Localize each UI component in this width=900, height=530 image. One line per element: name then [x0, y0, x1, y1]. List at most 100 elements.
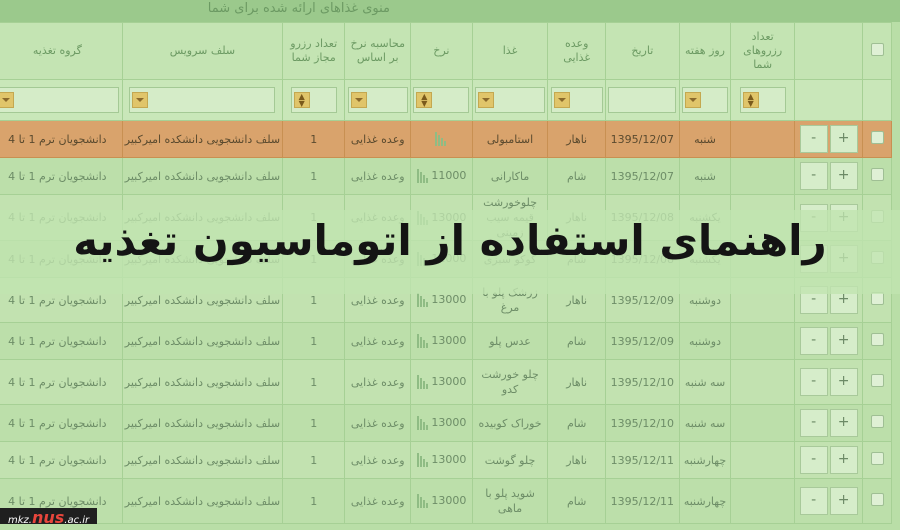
row-food: چلو گوشت [471, 441, 549, 479]
row-select[interactable] [862, 359, 892, 405]
header-price: نرخ [410, 22, 473, 80]
row-select[interactable] [862, 404, 892, 442]
row-weekday: سه شنبه [678, 404, 732, 442]
increase-reservation-button[interactable]: + [829, 125, 858, 153]
row-weekday: شنبه [678, 120, 732, 158]
spin-arrows-icon[interactable]: ▲ ▼ [742, 92, 759, 108]
chevron-down-icon[interactable] [478, 92, 495, 108]
filter-food[interactable] [471, 79, 549, 121]
filter-weekday[interactable] [678, 79, 732, 121]
signal-bars-icon [416, 494, 429, 508]
decrease-reservation-button[interactable]: - [799, 409, 828, 437]
row-price-basis: وعده غذایی [344, 157, 412, 195]
row-meal: ناهار [547, 359, 607, 405]
row-food-group: دانشجویان ترم 1 تا 4 [0, 322, 123, 360]
filter-row: ▲ ▼ ▲ ▼ ▲ ▼ [0, 79, 892, 121]
row-allowed-count: 1 [282, 441, 346, 479]
row-checkbox[interactable] [870, 415, 884, 428]
spin-arrows-icon[interactable]: ▲ ▼ [416, 92, 433, 108]
table-row[interactable]: +- سه شنبه 1395/12/10 ناهار چلو خورشت کدو 130… [0, 359, 892, 405]
row-meal: ناهار [547, 120, 607, 158]
row-actions: +- [793, 322, 864, 360]
table-row[interactable]: +- شنبه 1395/12/07 ناهار استامبولی وعده غذایی… [0, 120, 892, 158]
row-actions: +- [793, 404, 864, 442]
row-price-basis: وعده غذایی [344, 441, 412, 479]
increase-reservation-button[interactable]: + [829, 368, 858, 396]
filter-date[interactable] [605, 79, 680, 121]
row-weekday: سه شنبه [678, 359, 732, 405]
row-actions: +- [793, 441, 864, 479]
decrease-reservation-button[interactable]: - [799, 125, 828, 153]
row-price: 11000 [410, 157, 473, 195]
decrease-reservation-button[interactable]: - [799, 487, 828, 515]
row-checkbox[interactable] [870, 452, 884, 465]
decrease-reservation-button[interactable]: - [799, 162, 828, 190]
increase-reservation-button[interactable]: + [829, 487, 858, 515]
increase-reservation-button[interactable]: + [829, 446, 858, 474]
table-caption: منوی غذاهای ارائه شده برای شما [207, 1, 390, 16]
row-checkbox[interactable] [870, 131, 884, 144]
header-price-basis: محاسبه نرخ بر اساس [344, 22, 412, 80]
increase-reservation-button[interactable]: + [829, 409, 858, 437]
table-row[interactable]: +- چهارشنبه 1395/12/11 شام شوید پلو با ماهی 1… [0, 478, 892, 524]
row-meal: شام [547, 404, 607, 442]
row-price: 13000 [410, 359, 473, 405]
decrease-reservation-button[interactable]: - [799, 327, 828, 355]
select-all-header[interactable] [862, 22, 892, 80]
row-weekday: شنبه [678, 157, 732, 195]
decrease-reservation-button[interactable]: - [799, 368, 828, 396]
filter-food-group[interactable] [0, 79, 123, 121]
price-value: 13000 [431, 334, 467, 347]
row-weekday: دوشنبه [678, 322, 732, 360]
increase-reservation-button[interactable]: + [829, 327, 858, 355]
header-weekday: روز هفته [678, 22, 732, 80]
increase-reservation-button[interactable]: + [829, 162, 858, 190]
row-price-basis: وعده غذایی [344, 322, 412, 360]
row-select[interactable] [862, 478, 892, 524]
row-select[interactable] [862, 322, 892, 360]
table-row[interactable]: +- شنبه 1395/12/07 شام ماکارانی 11000 وعده غذا… [0, 157, 892, 195]
row-date: 1395/12/07 [605, 120, 680, 158]
row-checkbox[interactable] [870, 493, 884, 506]
chevron-down-icon[interactable] [553, 92, 570, 108]
chevron-down-icon[interactable] [685, 92, 701, 108]
row-checkbox[interactable] [870, 374, 884, 387]
signal-bars-icon [416, 334, 429, 348]
price-value: 13000 [431, 453, 467, 466]
row-actions: +- [793, 359, 864, 405]
filter-self-service[interactable] [121, 79, 284, 121]
chevron-down-icon[interactable] [132, 92, 149, 108]
row-checkbox[interactable] [870, 168, 884, 181]
select-all-checkbox[interactable] [870, 42, 884, 56]
table-row[interactable]: +- دوشنبه 1395/12/09 شام عدس پلو 13000 وعده غذ… [0, 322, 892, 360]
row-checkbox[interactable] [870, 333, 884, 346]
price-value: 11000 [431, 169, 467, 182]
signal-bars-icon [434, 132, 446, 146]
row-reserved-count [730, 441, 795, 479]
spin-arrows-icon[interactable]: ▲ ▼ [293, 92, 310, 108]
row-price-basis: وعده غذایی [344, 359, 412, 405]
table-row[interactable]: +- چهارشنبه 1395/12/11 ناهار چلو گوشت 13000 وع… [0, 441, 892, 479]
row-reserved-count [730, 322, 795, 360]
price-value: 13000 [431, 494, 467, 507]
filter-price-basis[interactable] [344, 79, 412, 121]
header-meal: وعده غذایی [547, 22, 607, 80]
chevron-down-icon[interactable] [350, 92, 367, 108]
filter-price[interactable]: ▲ ▼ [410, 79, 473, 121]
row-select[interactable] [862, 120, 892, 158]
row-price-basis: وعده غذایی [344, 478, 412, 524]
row-date: 1395/12/11 [605, 441, 680, 479]
row-select[interactable] [862, 157, 892, 195]
price-value: 13000 [431, 375, 467, 388]
header-reserved-count: تعداد رزروهای شما [730, 22, 795, 80]
decrease-reservation-button[interactable]: - [799, 446, 828, 474]
row-meal: شام [547, 322, 607, 360]
table-row[interactable]: +- سه شنبه 1395/12/10 شام خوراک کوبیده 13000 و… [0, 404, 892, 442]
row-date: 1395/12/10 [605, 359, 680, 405]
filter-reserved-count[interactable]: ▲ ▼ [730, 79, 795, 121]
filter-meal[interactable] [547, 79, 607, 121]
filter-allowed-count[interactable]: ▲ ▼ [282, 79, 346, 121]
row-select[interactable] [862, 441, 892, 479]
chevron-down-icon[interactable] [0, 92, 15, 108]
footer-suffix: .ac.ir [64, 515, 90, 526]
